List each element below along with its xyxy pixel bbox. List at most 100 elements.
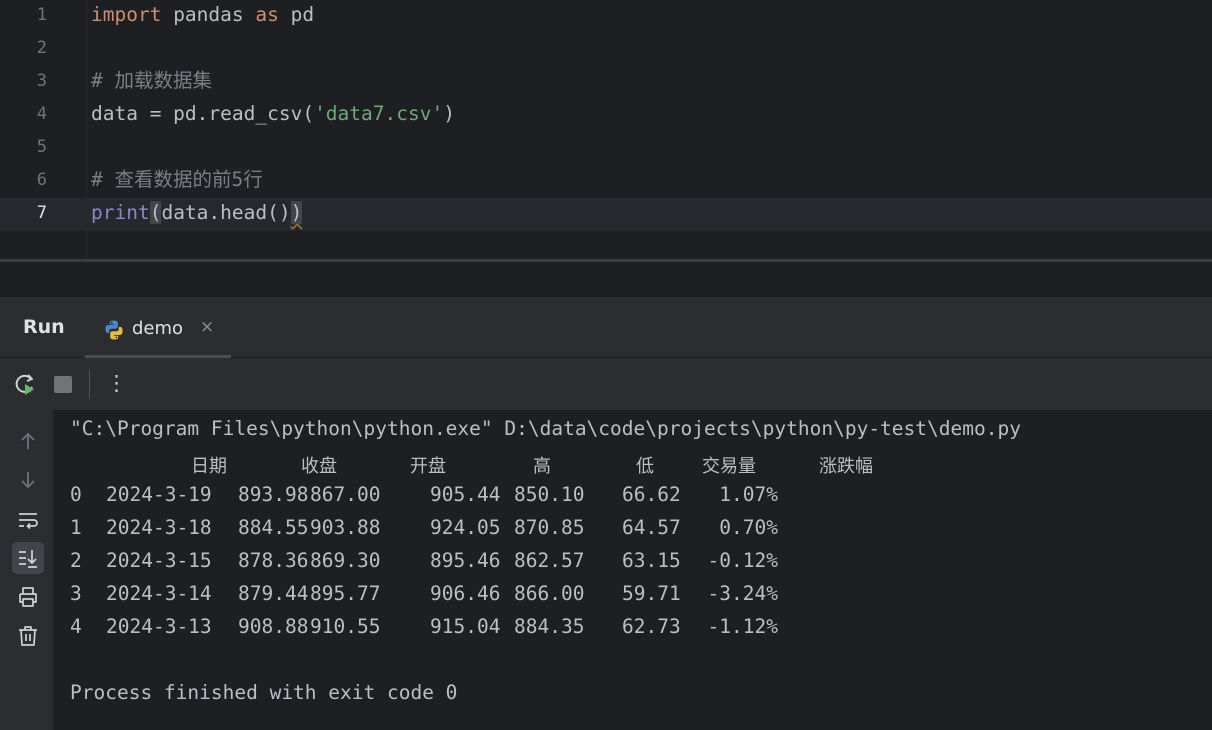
process-finished-message: Process finished with exit code 0 [70, 681, 458, 704]
code-token: pd [278, 3, 315, 26]
close-tab-icon[interactable]: × [200, 317, 214, 337]
row-index: 0 [70, 483, 82, 506]
run-command-line: "C:\Program Files\python\python.exe" D:\… [70, 417, 1021, 440]
table-row: 4 2024-3-13 908.88 910.55 915.04 884.35 62.73 -… [53, 610, 1212, 643]
code-token: # 加载数据集 [91, 69, 212, 92]
line-number: 2 [36, 38, 47, 58]
table-cell: 2024-3-19 [106, 483, 212, 506]
line-number: 3 [36, 71, 47, 91]
table-cell: 878.36 [238, 549, 309, 572]
table-cell: 867.00 [310, 483, 381, 506]
table-row: 1 2024-3-18 884.55 903.88 924.05 870.85 64.57 0… [53, 511, 1212, 544]
code-token: data.head() [161, 201, 291, 224]
table-cell: 1.07% [719, 483, 778, 506]
table-row: 0 2024-3-19 893.98 867.00 905.44 850.10 66.62 1… [53, 478, 1212, 511]
line-number: 4 [36, 104, 47, 124]
python-icon [105, 320, 123, 340]
table-row: 3 2024-3-14 879.44 895.77 906.46 866.00 59.71 -… [53, 577, 1212, 610]
code-line[interactable]: 2 [0, 33, 1212, 66]
run-tab-demo[interactable]: demo × [85, 305, 231, 358]
line-number: 6 [36, 170, 47, 190]
table-cell: 895.77 [310, 582, 381, 605]
code-line[interactable]: 5 [0, 132, 1212, 165]
code-token: import [91, 3, 162, 26]
table-cell: 866.00 [514, 582, 585, 605]
code-text[interactable]: print(data.head()) [91, 198, 303, 231]
trash-icon [19, 626, 37, 646]
print-button[interactable] [12, 581, 44, 613]
table-cell: -3.24% [707, 582, 778, 605]
more-options-icon[interactable]: ⋮ [106, 369, 127, 397]
code-line[interactable]: 4 data = pd.read_csv('data7.csv') [0, 99, 1212, 132]
soft-wrap-icon [19, 513, 38, 530]
line-number: 5 [36, 137, 47, 157]
table-cell: 924.05 [430, 516, 501, 539]
rerun-icon[interactable] [13, 372, 37, 396]
code-line[interactable]: 3 # 加载数据集 [0, 66, 1212, 99]
row-index: 2 [70, 549, 82, 572]
run-tool-window-title: Run [23, 316, 65, 338]
table-cell: 905.44 [430, 483, 501, 506]
table-cell: 850.10 [514, 483, 585, 506]
scroll-to-end-icon [19, 550, 37, 568]
table-cell: 915.04 [430, 615, 501, 638]
table-cell: 884.55 [238, 516, 309, 539]
code-token: 'data7.csv' [314, 102, 444, 125]
code-token: ) [290, 201, 303, 224]
line-number: 1 [36, 5, 47, 25]
code-line[interactable]: 7 print(data.head()) [0, 198, 1212, 231]
clear-all-button[interactable] [12, 620, 44, 652]
table-cell: 862.57 [514, 549, 585, 572]
table-cell: 2024-3-18 [106, 516, 212, 539]
code-text[interactable]: # 加载数据集 [91, 66, 212, 99]
line-number: 7 [36, 203, 47, 223]
table-cell: 879.44 [238, 582, 309, 605]
arrow-up-icon [21, 432, 35, 449]
row-index: 3 [70, 582, 82, 605]
scroll-down-button[interactable] [12, 464, 44, 496]
code-token: print [91, 201, 150, 224]
table-cell: 2024-3-15 [106, 549, 212, 572]
table-cell: 895.46 [430, 549, 501, 572]
code-token: as [255, 3, 279, 26]
run-tool-window-header: Run demo × [0, 297, 1212, 358]
code-token: ) [443, 102, 455, 125]
table-cell: 893.98 [238, 483, 309, 506]
code-token: data = pd.read_csv( [91, 102, 315, 125]
code-text[interactable]: # 查看数据的前5行 [91, 165, 263, 198]
console-side-toolbar [0, 410, 53, 730]
code-line[interactable]: 1 import pandas as pd [0, 0, 1212, 33]
arrow-down-icon [21, 472, 35, 489]
soft-wrap-button[interactable] [12, 504, 44, 536]
run-tab-label: demo [132, 318, 184, 339]
table-cell: 910.55 [310, 615, 381, 638]
table-cell: -0.12% [707, 549, 778, 572]
table-cell: 64.57 [622, 516, 681, 539]
scroll-up-button[interactable] [12, 425, 44, 457]
table-cell: 869.30 [310, 549, 381, 572]
table-cell: 2024-3-14 [106, 582, 212, 605]
scroll-to-end-button[interactable] [12, 542, 44, 574]
code-text[interactable]: data = pd.read_csv('data7.csv') [91, 99, 455, 132]
run-toolbar: ⋮ [0, 358, 1212, 410]
row-index: 4 [70, 615, 82, 638]
table-cell: 63.15 [622, 549, 681, 572]
table-row: 2 2024-3-15 878.36 869.30 895.46 862.57 63.15 -… [53, 544, 1212, 577]
table-cell: 0.70% [719, 516, 778, 539]
code-token: ( [149, 201, 162, 224]
table-cell: 884.35 [514, 615, 585, 638]
console-output[interactable]: "C:\Program Files\python\python.exe" D:\… [53, 410, 1212, 730]
table-cell: 908.88 [238, 615, 309, 638]
table-cell: 906.46 [430, 582, 501, 605]
stop-icon[interactable] [54, 376, 72, 393]
code-token: pandas [161, 3, 256, 26]
code-text[interactable]: import pandas as pd [91, 0, 314, 33]
table-cell: 903.88 [310, 516, 381, 539]
toolbar-separator [89, 370, 90, 399]
code-line[interactable]: 6 # 查看数据的前5行 [0, 165, 1212, 198]
code-editor[interactable]: 1 import pandas as pd 2 3 # 加载数据集 4 data = pd.… [0, 0, 1212, 261]
editor-bottom-gap [0, 262, 1212, 297]
table-cell: 870.85 [514, 516, 585, 539]
table-cell: 66.62 [622, 483, 681, 506]
code-token: # 查看数据的前5行 [91, 168, 263, 191]
